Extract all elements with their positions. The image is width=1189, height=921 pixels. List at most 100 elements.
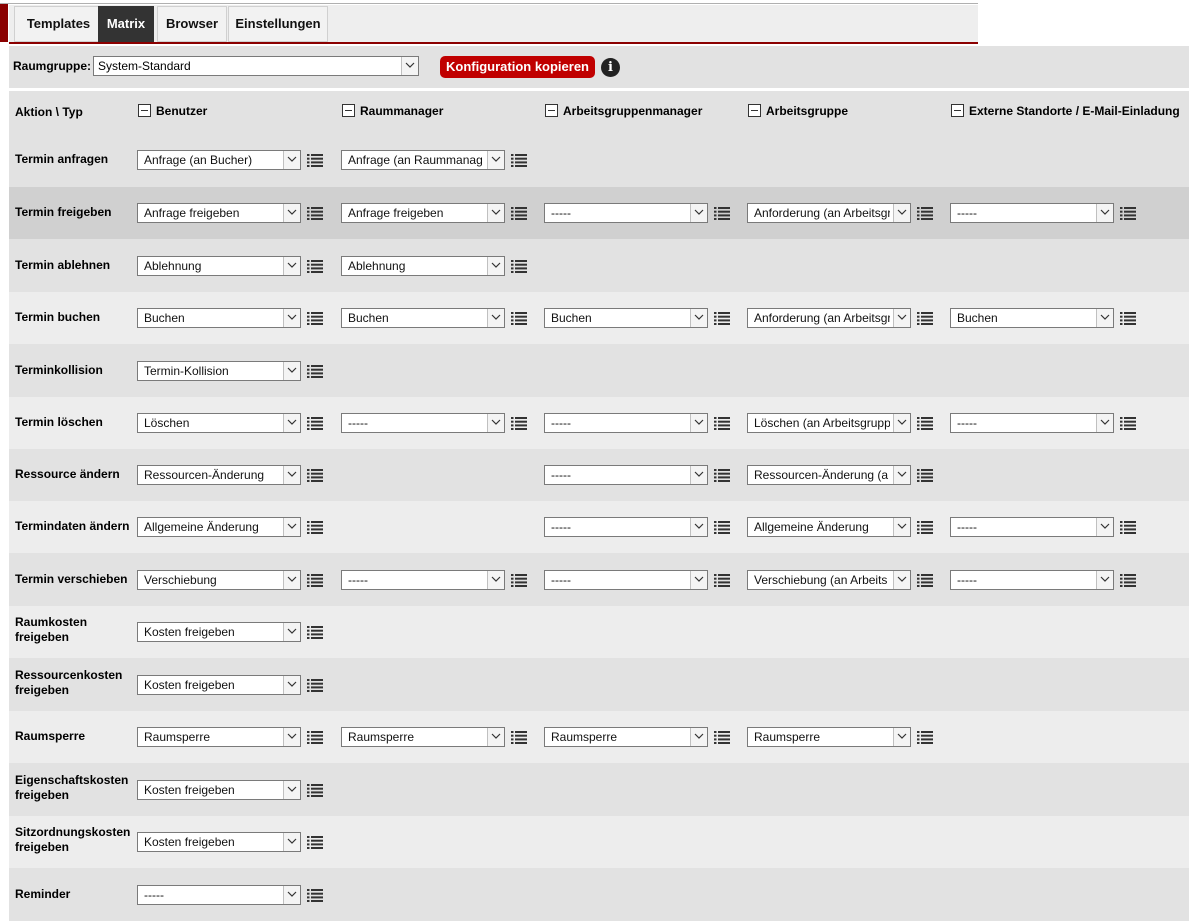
column-header-externe-standorte[interactable]: Externe Standorte / E-Mail-Einladung xyxy=(951,104,1180,118)
raumgruppe-select[interactable]: System-Standard xyxy=(93,56,419,76)
template-select[interactable]: ----- xyxy=(950,517,1114,537)
template-select[interactable]: Anforderung (an Arbeitsgr xyxy=(747,203,911,223)
template-select[interactable]: ----- xyxy=(950,569,1114,590)
list-icon[interactable] xyxy=(917,311,933,325)
template-select[interactable]: Anforderung (an Arbeitsgr xyxy=(747,308,911,328)
template-select[interactable]: Anfrage freigeben xyxy=(341,203,505,223)
template-select[interactable]: ----- xyxy=(341,569,505,590)
template-select[interactable]: ----- xyxy=(544,413,708,433)
template-select[interactable]: Raumsperre xyxy=(137,727,301,747)
template-select[interactable]: Buchen xyxy=(341,308,505,328)
info-icon[interactable]: i xyxy=(601,58,620,77)
minus-box-icon[interactable] xyxy=(342,104,355,117)
tab-templates[interactable]: Templates xyxy=(14,6,103,42)
template-select[interactable]: Anfrage (an Bucher) xyxy=(137,150,301,170)
template-select[interactable]: Löschen xyxy=(137,413,301,433)
template-select[interactable]: ----- xyxy=(544,465,708,485)
template-select[interactable]: Buchen xyxy=(137,308,301,328)
list-icon[interactable] xyxy=(307,259,323,273)
template-select[interactable]: Kosten freigeben xyxy=(137,832,301,852)
template-select[interactable]: Buchen xyxy=(544,308,708,328)
template-select[interactable]: Raumsperre xyxy=(544,727,708,747)
template-select[interactable]: Ablehnung xyxy=(341,255,505,276)
list-icon[interactable] xyxy=(917,573,933,587)
list-icon[interactable] xyxy=(917,206,933,220)
list-icon[interactable] xyxy=(511,573,527,587)
template-select[interactable]: ----- xyxy=(341,413,505,433)
list-icon[interactable] xyxy=(307,416,323,430)
template-select[interactable]: Kosten freigeben xyxy=(137,779,301,800)
list-icon[interactable] xyxy=(511,259,527,273)
minus-box-icon[interactable] xyxy=(138,104,151,117)
list-icon[interactable] xyxy=(1120,206,1136,220)
list-icon[interactable] xyxy=(917,730,933,744)
list-icon[interactable] xyxy=(714,311,730,325)
column-header-arbeitsgruppenmanager[interactable]: Arbeitsgruppenmanager xyxy=(545,104,702,118)
list-icon[interactable] xyxy=(714,206,730,220)
list-icon[interactable] xyxy=(307,311,323,325)
list-icon[interactable] xyxy=(511,416,527,430)
list-icon[interactable] xyxy=(307,206,323,220)
template-select[interactable]: Ressourcen-Änderung xyxy=(137,465,301,485)
list-icon[interactable] xyxy=(714,416,730,430)
list-icon[interactable] xyxy=(307,520,323,534)
template-select[interactable]: Verschiebung xyxy=(137,569,301,590)
template-select[interactable]: Verschiebung (an Arbeits xyxy=(747,569,911,590)
list-icon[interactable] xyxy=(511,206,527,220)
copy-configuration-button[interactable]: Konfiguration kopieren xyxy=(440,56,595,78)
template-select[interactable]: Ressourcen-Änderung (a xyxy=(747,465,911,485)
tab-browser[interactable]: Browser xyxy=(157,6,227,42)
template-select[interactable]: ----- xyxy=(544,569,708,590)
list-icon[interactable] xyxy=(714,573,730,587)
list-icon[interactable] xyxy=(917,416,933,430)
template-select[interactable]: ----- xyxy=(544,203,708,223)
list-icon[interactable] xyxy=(307,783,323,797)
list-icon[interactable] xyxy=(1120,573,1136,587)
list-icon[interactable] xyxy=(307,364,323,378)
column-header-benutzer[interactable]: Benutzer xyxy=(138,104,207,118)
template-select[interactable]: Allgemeine Änderung xyxy=(137,517,301,537)
list-icon[interactable] xyxy=(307,835,323,849)
template-select[interactable]: Buchen xyxy=(950,308,1114,328)
list-icon[interactable] xyxy=(511,730,527,744)
list-icon[interactable] xyxy=(511,153,527,167)
chevron-down-icon xyxy=(283,885,300,904)
list-icon[interactable] xyxy=(1120,416,1136,430)
minus-box-icon[interactable] xyxy=(748,104,761,117)
template-select[interactable]: Löschen (an Arbeitsgrupp xyxy=(747,413,911,433)
list-icon[interactable] xyxy=(307,888,323,902)
list-icon[interactable] xyxy=(307,153,323,167)
list-icon[interactable] xyxy=(1120,520,1136,534)
list-icon[interactable] xyxy=(714,730,730,744)
template-select[interactable]: ----- xyxy=(950,203,1114,223)
tab-matrix[interactable]: Matrix xyxy=(98,6,154,42)
tab-einstellungen[interactable]: Einstellungen xyxy=(228,6,328,42)
template-select[interactable]: ----- xyxy=(950,413,1114,433)
template-select[interactable]: Ablehnung xyxy=(137,255,301,276)
template-select[interactable]: Raumsperre xyxy=(747,727,911,747)
minus-box-icon[interactable] xyxy=(951,104,964,117)
template-select[interactable]: Anfrage freigeben xyxy=(137,203,301,223)
column-header-arbeitsgruppe[interactable]: Arbeitsgruppe xyxy=(748,104,848,118)
template-select[interactable]: Kosten freigeben xyxy=(137,622,301,642)
list-icon[interactable] xyxy=(917,468,933,482)
template-select[interactable]: ----- xyxy=(544,517,708,537)
list-icon[interactable] xyxy=(714,468,730,482)
template-select[interactable]: Termin-Kollision xyxy=(137,360,301,381)
template-select[interactable]: Kosten freigeben xyxy=(137,674,301,695)
template-select[interactable]: Anfrage (an Raummanag xyxy=(341,150,505,170)
list-icon[interactable] xyxy=(714,520,730,534)
template-select[interactable]: Allgemeine Änderung xyxy=(747,517,911,537)
list-icon[interactable] xyxy=(1120,311,1136,325)
list-icon[interactable] xyxy=(917,520,933,534)
list-icon[interactable] xyxy=(307,573,323,587)
list-icon[interactable] xyxy=(511,311,527,325)
template-select[interactable]: ----- xyxy=(137,884,301,905)
template-select[interactable]: Raumsperre xyxy=(341,727,505,747)
list-icon[interactable] xyxy=(307,678,323,692)
list-icon[interactable] xyxy=(307,730,323,744)
minus-box-icon[interactable] xyxy=(545,104,558,117)
list-icon[interactable] xyxy=(307,468,323,482)
list-icon[interactable] xyxy=(307,625,323,639)
column-header-raummanager[interactable]: Raummanager xyxy=(342,104,443,118)
